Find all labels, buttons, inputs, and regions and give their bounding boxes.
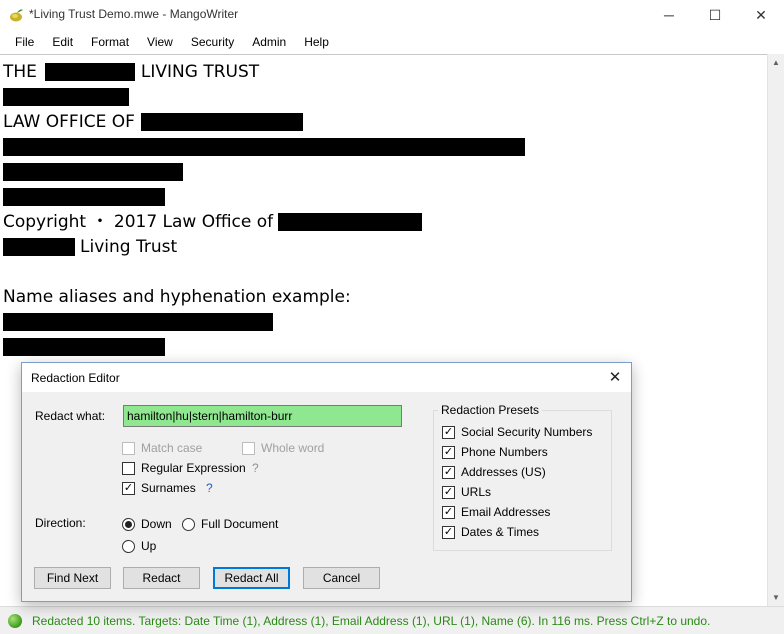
- regex-label: Regular Expression: [141, 461, 246, 475]
- preset-addresses-checkbox[interactable]: ✓: [442, 466, 455, 479]
- redaction-block: [3, 313, 273, 331]
- regex-help-icon[interactable]: ?: [252, 461, 259, 475]
- direction-up-radio[interactable]: [122, 540, 135, 553]
- preset-phone-checkbox[interactable]: ✓: [442, 446, 455, 459]
- preset-email-label: Email Addresses: [461, 505, 551, 519]
- preset-dates-label: Dates & Times: [461, 525, 540, 539]
- redaction-block: [3, 338, 165, 356]
- close-button[interactable]: ✕: [738, 0, 784, 30]
- doc-line: [3, 85, 129, 109]
- find-next-button[interactable]: Find Next: [34, 567, 111, 589]
- direction-full-document-label: Full Document: [201, 517, 279, 531]
- doc-line: Copyright ・ 2017 Law Office of: [3, 210, 423, 234]
- preset-ssn-checkbox[interactable]: ✓: [442, 426, 455, 439]
- surnames-checkbox[interactable]: ✓: [122, 482, 135, 495]
- preset-ssn-label: Social Security Numbers: [461, 425, 593, 439]
- doc-text: THE: [3, 62, 37, 82]
- preset-urls-checkbox[interactable]: ✓: [442, 486, 455, 499]
- title-bar: *Living Trust Demo.mwe - MangoWriter ─ ☐…: [0, 0, 784, 30]
- redaction-block: [3, 163, 183, 181]
- minimize-button[interactable]: ─: [646, 0, 692, 30]
- redaction-block: [140, 113, 303, 131]
- match-case-label: Match case: [141, 441, 203, 455]
- preset-addresses-label: Addresses (US): [461, 465, 546, 479]
- doc-line: [3, 185, 165, 209]
- doc-line: THE LIVING TRUST: [3, 60, 259, 84]
- doc-text: LIVING TRUST: [140, 62, 260, 82]
- redact-what-input[interactable]: hamilton|hu|stern|hamilton-burr: [123, 405, 402, 427]
- whole-word-checkbox[interactable]: [242, 442, 255, 455]
- direction-full-document-radio[interactable]: [182, 518, 195, 531]
- doc-line: LAW OFFICE OF: [3, 110, 303, 134]
- dialog-title-bar: Redaction Editor ✕: [22, 363, 631, 392]
- redaction-block: [3, 138, 525, 156]
- window-title: *Living Trust Demo.mwe - MangoWriter: [29, 7, 239, 21]
- scroll-down-icon[interactable]: ▼: [768, 589, 784, 606]
- doc-line: [3, 160, 183, 184]
- menu-view[interactable]: View: [138, 31, 182, 53]
- menu-bar: File Edit Format View Security Admin Hel…: [0, 30, 784, 54]
- direction-up-label: Up: [141, 539, 157, 553]
- status-bar: Redacted 10 items. Targets: Date Time (1…: [0, 606, 784, 634]
- whole-word-label: Whole word: [261, 441, 325, 455]
- redaction-block: [3, 188, 165, 206]
- scroll-thumb[interactable]: [771, 73, 781, 583]
- doc-line: [3, 135, 525, 159]
- mango-app-icon: [10, 9, 23, 22]
- preset-phone-label: Phone Numbers: [461, 445, 548, 459]
- redaction-block: [44, 63, 135, 81]
- scroll-up-icon[interactable]: ▲: [768, 54, 784, 71]
- doc-text: Copyright ・ 2017 Law Office of: [3, 212, 274, 232]
- redaction-block: [3, 238, 75, 256]
- direction-label: Direction:: [35, 516, 86, 530]
- doc-line: Name aliases and hyphenation example:: [3, 285, 351, 309]
- redaction-editor-dialog: Redaction Editor ✕ Redact what: hamilton…: [21, 362, 632, 602]
- status-message: Redacted 10 items. Targets: Date Time (1…: [32, 613, 711, 628]
- redact-what-label: Redact what:: [35, 409, 106, 423]
- doc-line: [3, 310, 273, 334]
- redaction-block: [3, 88, 129, 106]
- menu-help[interactable]: Help: [295, 31, 338, 53]
- surnames-label: Surnames: [141, 481, 196, 495]
- cancel-button[interactable]: Cancel: [303, 567, 380, 589]
- menu-security[interactable]: Security: [182, 31, 243, 53]
- surnames-help-icon[interactable]: ?: [206, 481, 213, 495]
- vertical-scrollbar[interactable]: ▲ ▼: [767, 54, 784, 606]
- doc-text: Living Trust: [80, 237, 178, 257]
- redaction-presets-title: Redaction Presets: [438, 403, 543, 417]
- menu-format[interactable]: Format: [82, 31, 138, 53]
- preset-urls-label: URLs: [461, 485, 492, 499]
- regex-checkbox[interactable]: [122, 462, 135, 475]
- doc-text: Name aliases and hyphenation example:: [3, 287, 351, 307]
- preset-dates-checkbox[interactable]: ✓: [442, 526, 455, 539]
- redact-button[interactable]: Redact: [123, 567, 200, 589]
- match-case-checkbox[interactable]: [122, 442, 135, 455]
- redact-all-button[interactable]: Redact All: [213, 567, 290, 589]
- success-icon: [8, 613, 22, 628]
- direction-down-label: Down: [141, 517, 172, 531]
- redaction-block: [278, 213, 423, 231]
- dialog-title: Redaction Editor: [31, 371, 120, 385]
- maximize-button[interactable]: ☐: [692, 0, 738, 30]
- menu-file[interactable]: File: [6, 31, 43, 53]
- preset-email-checkbox[interactable]: ✓: [442, 506, 455, 519]
- direction-down-radio[interactable]: [122, 518, 135, 531]
- menu-admin[interactable]: Admin: [243, 31, 295, 53]
- doc-text: LAW OFFICE OF: [3, 112, 135, 132]
- menu-edit[interactable]: Edit: [43, 31, 82, 53]
- dialog-close-icon[interactable]: ✕: [605, 367, 625, 387]
- doc-line: [3, 335, 165, 359]
- doc-line: Living Trust: [3, 235, 177, 259]
